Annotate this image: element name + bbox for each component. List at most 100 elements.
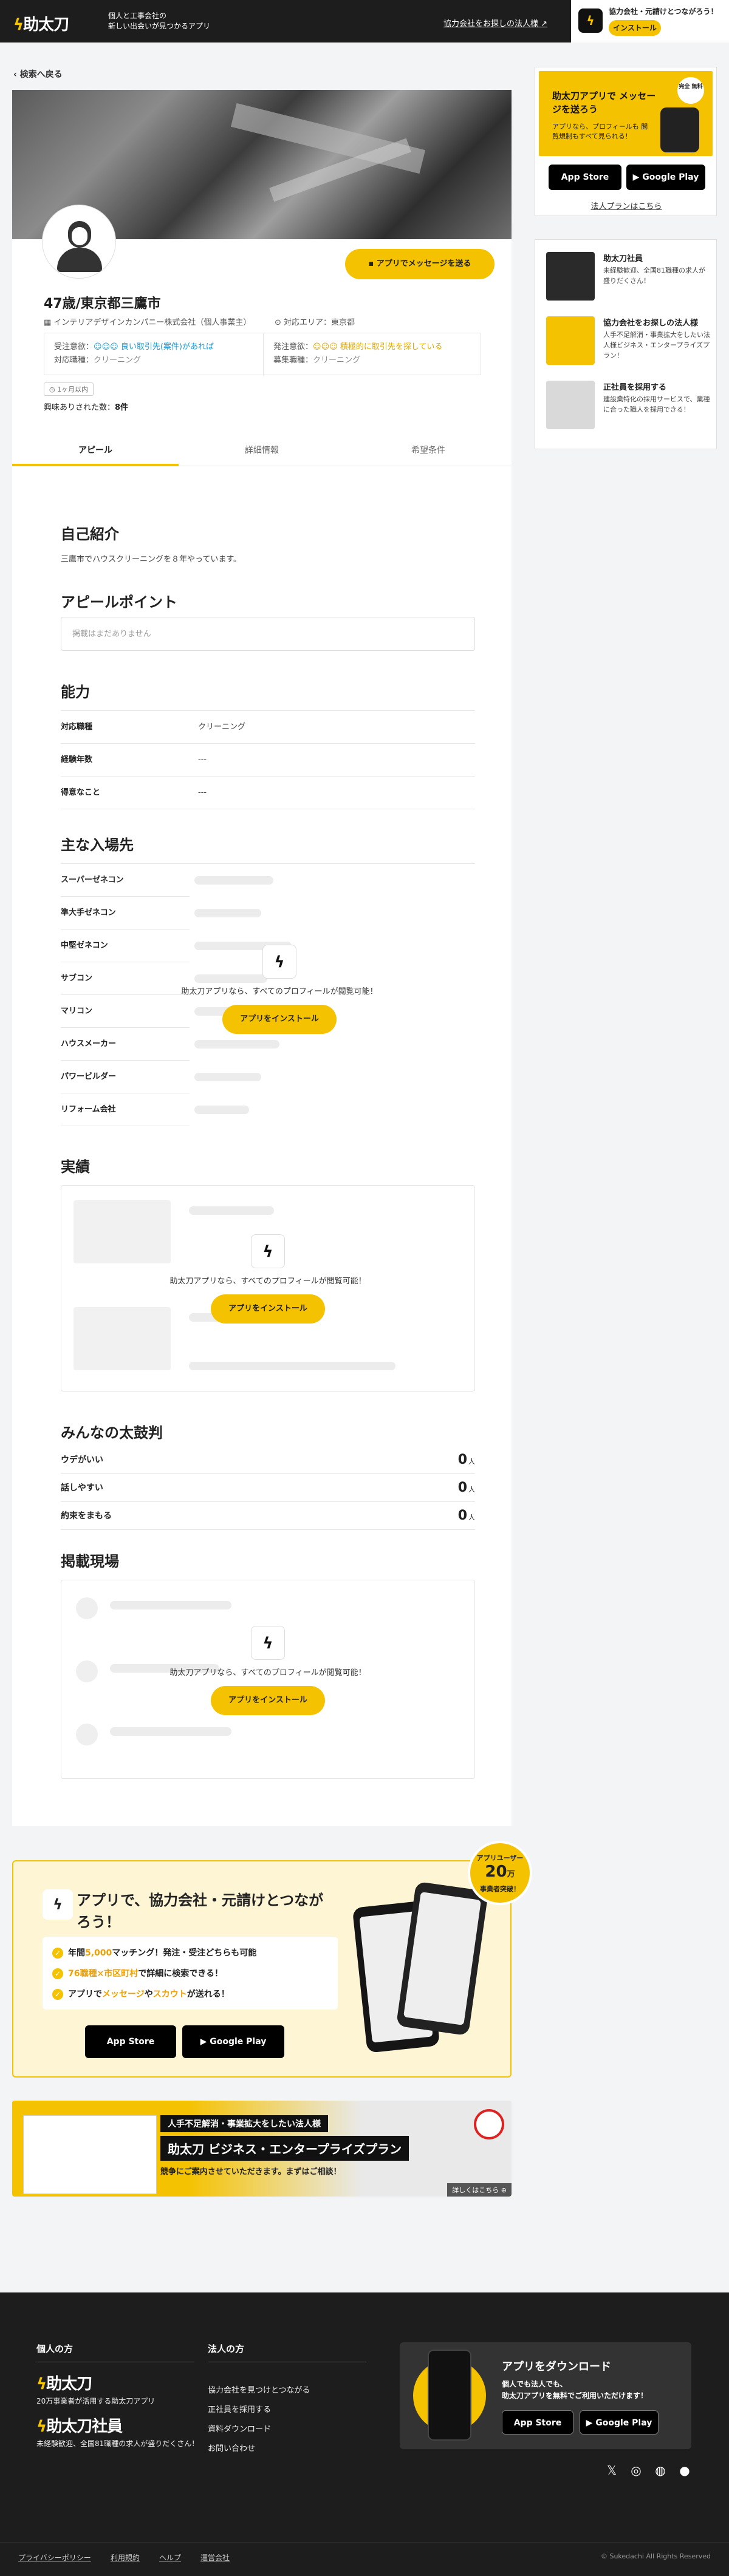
install-title: 協力会社・元請けとつながろう！: [609, 7, 718, 16]
clients-heading: 主な入場先: [61, 837, 134, 854]
interest-count: 興味ありされた数：8件: [44, 403, 129, 412]
footer-link[interactable]: お問い合わせ: [208, 2442, 255, 2453]
help-link[interactable]: ヘルプ: [159, 2552, 181, 2563]
client-label: サブコン: [61, 962, 190, 995]
service-thumbnail: [546, 381, 595, 429]
drum-row: 約束をまもる 0 人: [61, 1502, 475, 1530]
client-label: ハウスメーカー: [61, 1028, 190, 1061]
tab-preferences[interactable]: 希望条件: [345, 435, 512, 466]
appeal-heading: アピールポイント: [61, 594, 177, 611]
sidebar-app-card: 助太刀アプリで メッセージを送ろう アプリなら、プロフィールも 閲覧規制もすべて…: [535, 67, 717, 216]
more-link[interactable]: 詳しくはこちら ⊕: [447, 2183, 512, 2197]
mini-logo-icon: ϟ: [251, 1234, 285, 1268]
phone-mockups: [345, 1880, 489, 2053]
company-link[interactable]: 運営会社: [200, 2552, 230, 2563]
building-icon: ▦: [44, 318, 54, 327]
ability-row: 対応職種 クリーニング: [61, 711, 475, 744]
client-label: マリコン: [61, 995, 190, 1028]
back-link[interactable]: ‹ 検索へ戻る: [13, 68, 63, 80]
privacy-link[interactable]: プライバシーポリシー: [18, 2552, 91, 2563]
mini-logo-icon: ϟ: [262, 945, 296, 979]
drums-heading: みんなの太鼓判: [61, 1424, 163, 1441]
app-store-button[interactable]: App Store: [502, 2410, 573, 2435]
footer-heading: 法人の方: [208, 2343, 245, 2354]
order-place-value: 積極的に取引先を探している: [340, 342, 443, 352]
app-store-button[interactable]: App Store: [549, 165, 621, 190]
facebook-icon[interactable]: ●: [677, 2462, 693, 2478]
install-app-button[interactable]: アプリをインストール: [211, 1686, 325, 1715]
footer-logo[interactable]: ϟ助太刀: [36, 2371, 92, 2394]
client-label: パワービルダー: [61, 1061, 190, 1093]
google-play-button[interactable]: ▶ Google Play: [580, 2410, 659, 2435]
profile-name: 47歳/東京都三鷹市: [44, 296, 161, 311]
site-header: ϟ助太刀 個人と工事会社の 新しい出会いが見つかるアプリ 協力会社をお探しの法人様…: [0, 0, 729, 42]
footer-link[interactable]: 正社員を採用する: [208, 2403, 271, 2415]
works-heading: 実績: [61, 1158, 90, 1175]
send-message-button[interactable]: ▪ アプリでメッセージを送る: [345, 249, 495, 279]
place-col: 発注意欲：☺☺☺ 積極的に取引先を探している 募集職種：クリーニング: [263, 333, 482, 376]
app-icon: ϟ: [578, 8, 603, 33]
sites-heading: 掲載現場: [61, 1553, 119, 1570]
order-receive-value: 良い取引先(案件)があれば: [120, 342, 214, 352]
client-label: スーパーゼネコン: [61, 864, 190, 897]
app-promo-banner: ϟ アプリで、協力会社・元請けとつながろう！ ✓ 年間5,000マッチング！発注・…: [12, 1860, 512, 2078]
phone-image: [660, 107, 699, 152]
google-play-button[interactable]: ▶ Google Play: [182, 2025, 284, 2058]
phone-image: [428, 2350, 471, 2441]
app-store-button[interactable]: App Store: [85, 2025, 176, 2058]
terms-link[interactable]: 利用規約: [111, 2552, 140, 2563]
blurred-value: [189, 1362, 395, 1370]
instagram-icon[interactable]: ◎: [628, 2462, 644, 2478]
client-label: リフォーム会社: [61, 1093, 190, 1126]
user-count-medal: アプリユーザー 20万 事業者突破！: [468, 1841, 532, 1905]
hand-icons: ☺☺☺: [313, 342, 340, 352]
play-icon: ▶: [632, 172, 643, 182]
google-play-button[interactable]: ▶ Google Play: [626, 165, 705, 190]
blurred-avatar: [76, 1724, 98, 1745]
app-banner[interactable]: 助太刀アプリで メッセージを送ろう アプリなら、プロフィールも 閲覧規制もすべて…: [539, 71, 713, 156]
avatar: [43, 205, 115, 278]
ability-row: 経験年数 ---: [61, 744, 475, 777]
promo-point: ✓ 年間5,000マッチング！発注・受注どちらも可能: [52, 1943, 328, 1963]
footer-link[interactable]: 協力会社を見つけとつながる: [208, 2384, 310, 2395]
chevron-left-icon: ‹: [13, 70, 20, 80]
promo-title: アプリで、協力会社・元請けとつながろう！: [77, 1892, 324, 1931]
profile-card: ▪ アプリでメッセージを送る 47歳/東京都三鷹市 ▦ インテリアデザインカンパ…: [12, 90, 512, 1826]
service-item[interactable]: 助太刀社員 未経験歓迎、全国81職種の求人が盛りだくさん！: [546, 252, 710, 307]
partner-link[interactable]: 協力会社をお探しの法人様 ↗: [443, 17, 547, 29]
intro-text: 三鷹市でハウスクリーニングを８年やっています。: [61, 555, 242, 564]
appeal-empty: 掲載はまだありません: [61, 617, 475, 651]
line-icon[interactable]: ◍: [652, 2462, 668, 2478]
tab-appeal[interactable]: アピール: [12, 435, 179, 466]
install-app-button[interactable]: アプリをインストール: [211, 1294, 325, 1324]
footer-link[interactable]: 資料ダウンロード: [208, 2422, 271, 2434]
chat-icon: ▪: [368, 259, 377, 268]
hand-icons: ☺☺☺: [94, 342, 121, 352]
footer-download-box: アプリをダウンロード 個人でも法人でも、 助太刀アプリを無料でご利用いただけます！…: [400, 2342, 691, 2449]
pin-icon: ⊙: [275, 318, 284, 327]
blurred-thumbnail: [74, 1200, 171, 1263]
install-app-button[interactable]: アプリをインストール: [222, 1005, 337, 1034]
download-title: アプリをダウンロード: [502, 2360, 611, 2373]
check-icon: ✓: [52, 1948, 63, 1959]
footer-heading: 個人の方: [36, 2343, 74, 2354]
footer-logo-shain[interactable]: ϟ助太刀社員: [36, 2414, 123, 2436]
service-item[interactable]: 正社員を採用する 建設業特化の採用サービスで、業種に合った職人を採用できる！: [546, 381, 710, 435]
corporate-plan-link[interactable]: 法人プランはこちら: [535, 200, 717, 211]
site-tagline: 個人と工事会社の 新しい出会いが見つかるアプリ: [108, 12, 211, 30]
copyright: © Sukedachi All Rights Reserved: [600, 2552, 711, 2560]
profile-company: ▦ インテリアデザインカンパニー株式会社（個人事業主）: [44, 318, 252, 327]
install-button[interactable]: インストール: [609, 20, 661, 36]
x-icon[interactable]: 𝕏: [604, 2462, 620, 2478]
service-item[interactable]: 協力会社をお探しの法人様 人手不足解消・事業拡大をしたい法人様ビジネス・エンター…: [546, 316, 710, 371]
activity-badge: ◷ 1ヶ月以内: [44, 382, 94, 396]
blurred-thumbnail: [74, 1307, 171, 1370]
site-logo[interactable]: ϟ助太刀: [13, 12, 69, 35]
enterprise-banner[interactable]: 人手不足解消・事業拡大をしたい法人様 助太刀 ビジネス・エンタープライズプラン …: [12, 2101, 512, 2197]
footer-desc: 未経験歓迎、全国81職種の求人が盛りだくさん！: [36, 2439, 199, 2448]
tab-details[interactable]: 詳細情報: [179, 435, 345, 466]
motivation-box: 受注意欲：☺☺☺ 良い取引先(案件)があれば 対応職種：クリーニング 発注意欲：…: [44, 333, 482, 376]
play-icon: ▶: [200, 2037, 210, 2047]
client-label: 準大手ゼネコン: [61, 897, 190, 929]
locked-overlay: ϟ 助太刀アプリなら、すべてのプロフィールが閲覧可能！ アプリをインストール: [165, 1626, 371, 1715]
